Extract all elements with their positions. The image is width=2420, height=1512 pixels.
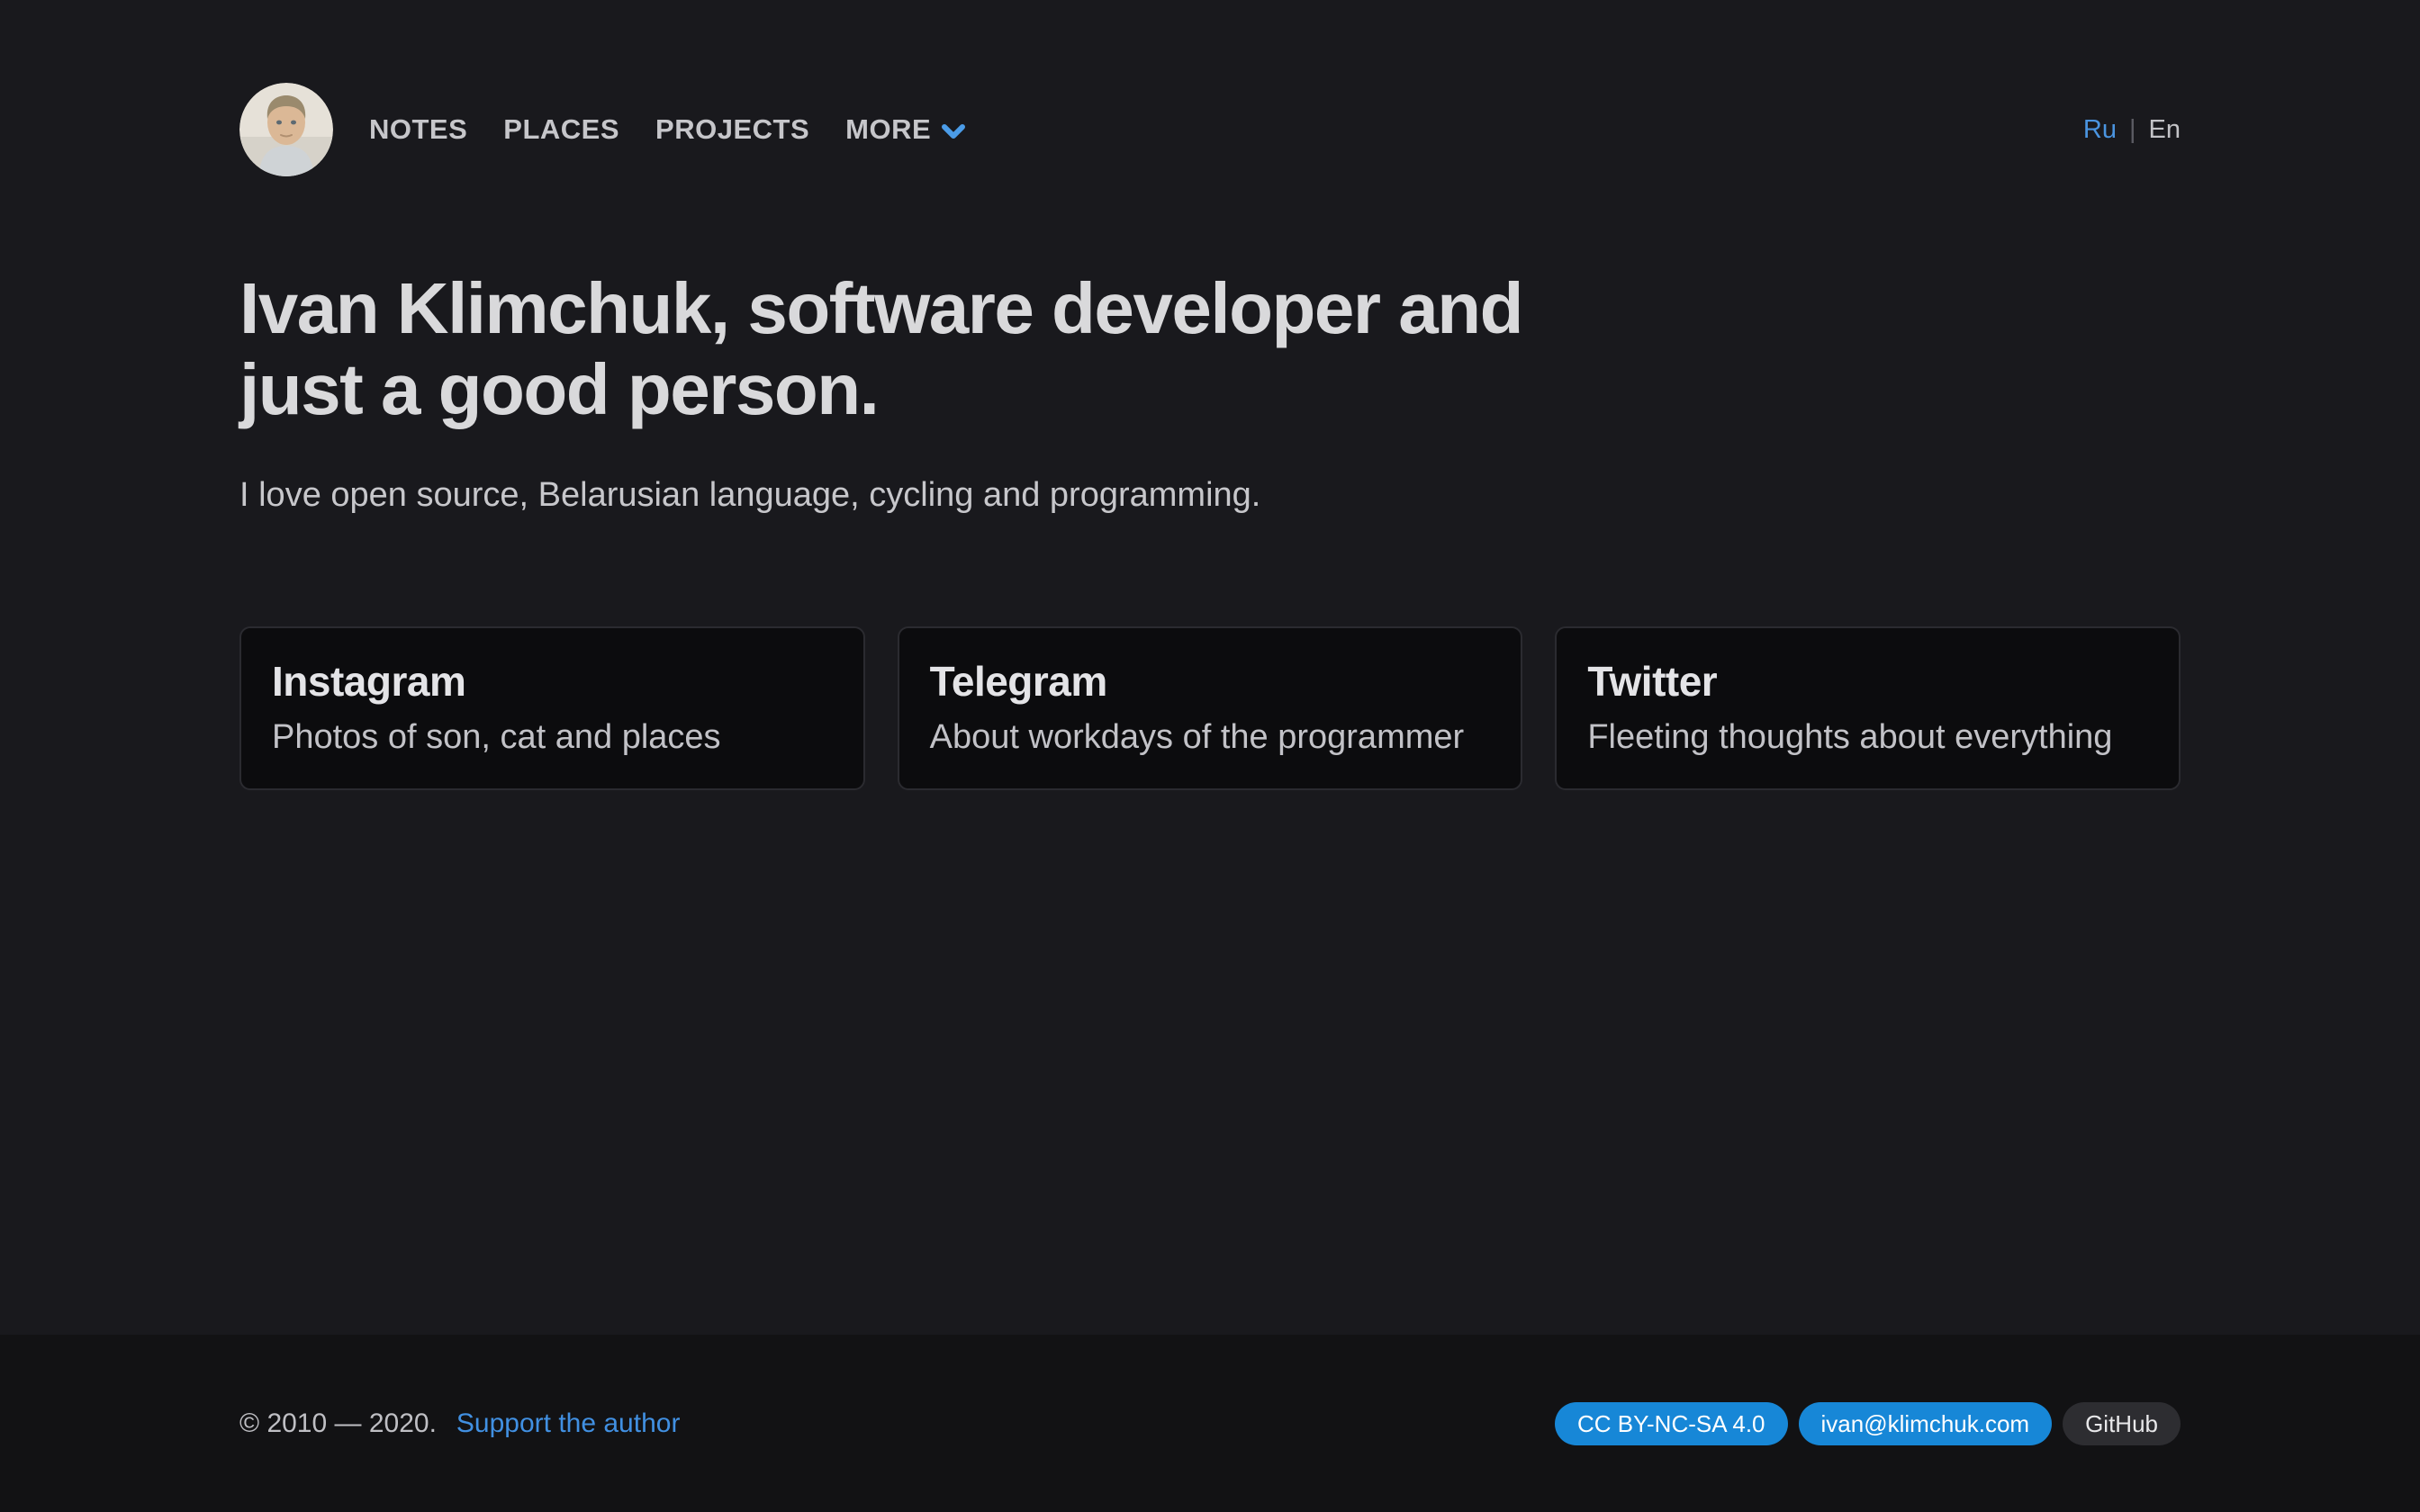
- copyright-text: © 2010 — 2020.: [239, 1408, 437, 1439]
- email-badge[interactable]: ivan@klimchuk.com: [1799, 1402, 2053, 1445]
- main-nav: NOTES PLACES PROJECTS MORE: [369, 113, 965, 146]
- lang-ru-link[interactable]: Ru: [2083, 115, 2117, 145]
- nav-item-label: PLACES: [503, 113, 619, 146]
- page-subtitle: I love open source, Belarusian language,…: [239, 476, 2181, 515]
- card-title: Instagram: [272, 657, 833, 706]
- avatar-photo: [239, 83, 333, 176]
- hero-section: Ivan Klimchuk, software developer and ju…: [239, 268, 2181, 515]
- github-badge[interactable]: GitHub: [2063, 1402, 2181, 1445]
- card-twitter[interactable]: Twitter Fleeting thoughts about everythi…: [1555, 626, 2181, 790]
- chevron-down-icon: [942, 123, 965, 140]
- license-badge[interactable]: CC BY-NC-SA 4.0: [1555, 1402, 1788, 1445]
- nav-item-label: NOTES: [369, 113, 467, 146]
- site-header: NOTES PLACES PROJECTS MORE: [239, 0, 2181, 176]
- page-title: Ivan Klimchuk, software developer and ju…: [239, 268, 1527, 431]
- card-instagram[interactable]: Instagram Photos of son, cat and places: [239, 626, 865, 790]
- card-title: Twitter: [1587, 657, 2148, 706]
- nav-item-label: MORE: [845, 113, 931, 146]
- card-description: About workdays of the programmer: [930, 718, 1491, 757]
- nav-item-more[interactable]: MORE: [845, 113, 965, 146]
- footer-badges: CC BY-NC-SA 4.0 ivan@klimchuk.com GitHub: [1555, 1402, 2181, 1445]
- nav-item-projects[interactable]: PROJECTS: [655, 113, 809, 146]
- card-description: Photos of son, cat and places: [272, 718, 833, 757]
- lang-en-current[interactable]: En: [2149, 115, 2181, 145]
- nav-item-notes[interactable]: NOTES: [369, 113, 467, 146]
- card-description: Fleeting thoughts about everything: [1587, 718, 2148, 757]
- site-footer: © 2010 — 2020. Support the author CC BY-…: [0, 1335, 2420, 1512]
- main-content: NOTES PLACES PROJECTS MORE: [0, 0, 2420, 1335]
- card-title: Telegram: [930, 657, 1491, 706]
- lang-separator: |: [2129, 115, 2136, 145]
- nav-item-label: PROJECTS: [655, 113, 809, 146]
- nav-item-places[interactable]: PLACES: [503, 113, 619, 146]
- card-telegram[interactable]: Telegram About workdays of the programme…: [898, 626, 1523, 790]
- language-switcher: Ru | En: [2083, 115, 2181, 145]
- avatar[interactable]: [239, 83, 333, 176]
- support-author-link[interactable]: Support the author: [456, 1408, 681, 1439]
- social-cards: Instagram Photos of son, cat and places …: [239, 626, 2181, 790]
